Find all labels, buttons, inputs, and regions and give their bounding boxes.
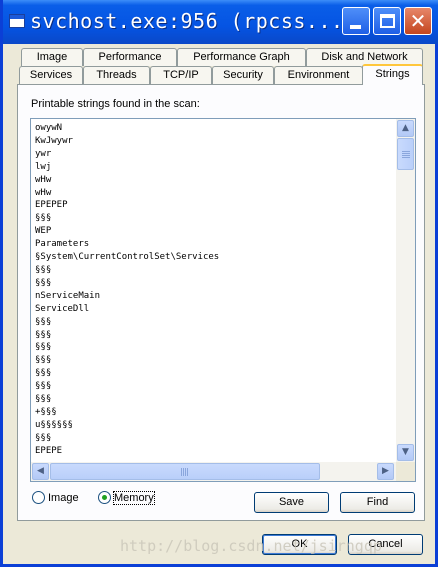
string-line[interactable]: §§§ xyxy=(35,380,219,393)
image-radio[interactable] xyxy=(32,491,45,504)
string-line[interactable]: §§§ xyxy=(35,277,219,290)
horizontal-scrollbar[interactable]: ◀ ▶ xyxy=(31,462,396,481)
string-line[interactable]: lwj xyxy=(35,161,219,174)
watermark-text: http://blog.csdn.net/jsirngqp xyxy=(120,537,382,555)
tab-security[interactable]: Security xyxy=(212,66,274,84)
memory-radio[interactable] xyxy=(98,491,111,504)
scroll-down-button[interactable]: ▼ xyxy=(397,444,414,461)
scrollbar-corner xyxy=(396,462,415,481)
scroll-down-icon: ▼ xyxy=(402,447,409,457)
strings-panel-label: Printable strings found in the scan: xyxy=(31,98,200,110)
window-title: svchost.exe:956 (rpcss... xyxy=(30,9,344,33)
string-line[interactable]: §System\CurrentControlSet\Services xyxy=(35,251,219,264)
string-line[interactable]: §§§ xyxy=(35,393,219,406)
cancel-button[interactable]: Cancel xyxy=(348,534,423,555)
tab-tcp-ip[interactable]: TCP/IP xyxy=(150,66,212,84)
string-line[interactable]: owywN xyxy=(35,122,219,135)
close-icon: ✕ xyxy=(409,9,427,33)
scroll-left-icon: ◀ xyxy=(37,466,44,476)
memory-radio-label[interactable]: Memory xyxy=(113,491,155,505)
string-line[interactable]: wHw xyxy=(35,174,219,187)
scroll-up-icon: ▲ xyxy=(402,123,409,133)
find-button[interactable]: Find xyxy=(340,492,415,513)
minimize-button[interactable] xyxy=(342,7,370,35)
maximize-icon xyxy=(380,14,395,28)
string-line[interactable]: EPEPEP xyxy=(35,199,219,212)
string-line[interactable]: +§§§ xyxy=(35,406,219,419)
tab-environment[interactable]: Environment xyxy=(274,66,363,84)
scroll-left-button[interactable]: ◀ xyxy=(32,463,49,480)
string-line[interactable]: §§§ xyxy=(35,316,219,329)
scroll-right-icon: ▶ xyxy=(382,466,389,476)
maximize-button[interactable] xyxy=(373,7,401,35)
tab-image[interactable]: Image xyxy=(21,48,83,66)
string-line[interactable]: ServiceDll xyxy=(35,303,219,316)
string-line[interactable]: §§§ xyxy=(35,432,219,445)
vertical-scroll-thumb[interactable] xyxy=(397,138,414,170)
process-properties-window: svchost.exe:956 (rpcss... ✕ Image Perfor… xyxy=(0,0,438,567)
string-line[interactable]: WEP xyxy=(35,225,219,238)
tab-threads[interactable]: Threads xyxy=(83,66,150,84)
tab-performance-graph[interactable]: Performance Graph xyxy=(177,48,306,66)
image-radio-label[interactable]: Image xyxy=(48,492,79,504)
string-line[interactable]: §§§ xyxy=(35,212,219,225)
close-button[interactable]: ✕ xyxy=(404,7,432,35)
save-button[interactable]: Save xyxy=(254,492,329,513)
string-line[interactable]: §§§ xyxy=(35,329,219,342)
tab-strings[interactable]: Strings xyxy=(362,64,423,85)
string-line[interactable]: Parameters xyxy=(35,238,219,251)
strings-list-lines: owywN KwJwywr ywr lwj wHw wHw EPEPEP §§§ WEP Para… xyxy=(35,122,219,458)
string-line[interactable]: ywr xyxy=(35,148,219,161)
horizontal-scroll-thumb[interactable] xyxy=(50,463,320,480)
string-line[interactable]: EPEPE xyxy=(35,445,219,458)
strings-list[interactable]: owywN KwJwywr ywr lwj wHw wHw EPEPEP §§§ WEP Para… xyxy=(30,118,416,482)
string-line[interactable]: nServiceMain xyxy=(35,290,219,303)
string-line[interactable]: wHw xyxy=(35,187,219,200)
minimize-icon xyxy=(350,25,361,29)
scroll-right-button[interactable]: ▶ xyxy=(377,463,394,480)
string-line[interactable]: u§§§§§§ xyxy=(35,419,219,432)
string-line[interactable]: §§§ xyxy=(35,367,219,380)
string-line[interactable]: §§§ xyxy=(35,264,219,277)
ok-button[interactable]: OK xyxy=(262,534,337,555)
string-line[interactable]: §§§ xyxy=(35,341,219,354)
title-bar[interactable]: svchost.exe:956 (rpcss... ✕ xyxy=(3,0,438,44)
string-line[interactable]: §§§ xyxy=(35,354,219,367)
tab-performance[interactable]: Performance xyxy=(83,48,177,66)
string-line[interactable]: KwJwywr xyxy=(35,135,219,148)
window-icon[interactable] xyxy=(9,14,25,28)
tab-services[interactable]: Services xyxy=(19,66,83,84)
vertical-scrollbar[interactable]: ▲ ▼ xyxy=(396,119,415,462)
radio-selected-dot xyxy=(102,495,107,500)
scroll-up-button[interactable]: ▲ xyxy=(397,120,414,137)
